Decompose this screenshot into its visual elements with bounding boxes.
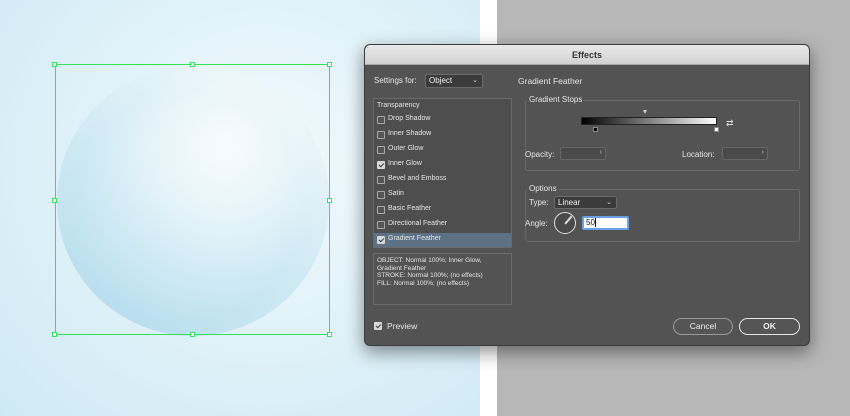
effect-panel-title: Gradient Feather — [518, 76, 583, 86]
satin-checkbox[interactable] — [377, 191, 385, 199]
text-cursor — [594, 218, 596, 228]
preview-label: Preview — [387, 321, 418, 331]
effect-item-inner-shadow[interactable]: Inner Shadow — [374, 128, 511, 142]
location-field[interactable]: › — [722, 147, 768, 160]
chevron-down-icon: ⌄ — [606, 199, 612, 206]
chevron-right-icon[interactable]: › — [600, 149, 602, 156]
effect-label: Basic Feather — [388, 205, 432, 212]
type-select[interactable]: Linear ⌄ — [554, 196, 617, 209]
chevron-right-icon[interactable]: › — [762, 149, 764, 156]
gradient-feather-checkbox[interactable] — [377, 236, 385, 244]
transparency-header[interactable]: Transparency — [377, 102, 420, 109]
effects-summary: OBJECT: Normal 100%; Inner Glow, Gradien… — [373, 253, 512, 305]
effect-item-bevel-and-emboss[interactable]: Bevel and Emboss — [374, 173, 511, 187]
effect-item-gradient-feather[interactable]: Gradient Feather — [374, 233, 511, 247]
preview-checkbox[interactable] — [374, 322, 382, 330]
summary-line: OBJECT: Normal 100%; Inner Glow, — [377, 257, 482, 264]
type-value: Linear — [558, 198, 581, 207]
gradient-stops-title: Gradient Stops — [527, 95, 585, 104]
angle-dial-needle — [564, 215, 573, 225]
selection-handle-top-left[interactable] — [52, 62, 57, 67]
ok-button[interactable]: OK — [739, 318, 800, 335]
selection-handle-bottom-right[interactable] — [327, 332, 332, 337]
summary-line: FILL: Normal 100%; (no effects) — [377, 279, 470, 287]
effect-label: Directional Feather — [388, 220, 448, 227]
type-label: Type: — [529, 198, 549, 207]
gradient-stops-group — [525, 100, 800, 171]
effect-item-outer-glow[interactable]: Outer Glow — [374, 143, 511, 157]
chevron-down-icon: ⌄ — [472, 77, 478, 84]
reverse-gradient-icon[interactable]: ⇄ — [726, 118, 737, 129]
effect-label: Satin — [388, 190, 404, 197]
summary-line: Gradient Feather — [377, 264, 427, 272]
settings-for-value: Object — [429, 76, 453, 85]
opacity-label: Opacity: — [525, 150, 555, 159]
opacity-field[interactable]: › — [560, 147, 606, 160]
selection-bounding-box — [55, 64, 330, 335]
drop-shadow-checkbox[interactable] — [377, 116, 385, 124]
summary-line: STROKE: Normal 100%; (no effects) — [377, 272, 483, 279]
gradient-ramp[interactable] — [581, 117, 717, 125]
angle-label: Angle: — [525, 219, 548, 228]
gradient-stop-end[interactable] — [714, 127, 719, 132]
bevel-and-emboss-checkbox[interactable] — [377, 176, 385, 184]
settings-for-label: Settings for: — [374, 76, 417, 85]
angle-value: 50 — [586, 218, 595, 227]
inner-shadow-checkbox[interactable] — [377, 131, 385, 139]
gradient-stop-start[interactable] — [593, 127, 598, 132]
effects-dialog: Effects Settings for: Object ⌄ Gradient … — [364, 44, 810, 346]
effect-item-inner-glow[interactable]: Inner Glow — [374, 158, 511, 172]
effect-label: Inner Shadow — [388, 130, 432, 137]
selection-handle-top-right[interactable] — [327, 62, 332, 67]
dialog-title: Effects — [365, 45, 809, 65]
effect-label: Inner Glow — [388, 160, 422, 167]
location-label: Location: — [682, 150, 715, 159]
effect-label: Drop Shadow — [388, 115, 431, 122]
cancel-button[interactable]: Cancel — [673, 318, 733, 335]
selection-handle-bottom-left[interactable] — [52, 332, 57, 337]
settings-for-select[interactable]: Object ⌄ — [425, 74, 483, 88]
effects-list: Transparency Drop Shadow Inner Shadow Ou… — [373, 98, 512, 248]
outer-glow-checkbox[interactable] — [377, 146, 385, 154]
selection-handle-bottom[interactable] — [190, 332, 195, 337]
selection-handle-top[interactable] — [190, 62, 195, 67]
angle-dial[interactable] — [554, 212, 576, 234]
basic-feather-checkbox[interactable] — [377, 206, 385, 214]
effect-label: Outer Glow — [388, 145, 424, 152]
selection-handle-right[interactable] — [327, 198, 332, 203]
options-title: Options — [527, 184, 559, 193]
effect-label: Bevel and Emboss — [388, 175, 447, 182]
effect-item-satin[interactable]: Satin — [374, 188, 511, 202]
selection-handle-left[interactable] — [52, 198, 57, 203]
angle-input[interactable]: 50 — [582, 216, 629, 230]
directional-feather-checkbox[interactable] — [377, 221, 385, 229]
effect-item-directional-feather[interactable]: Directional Feather — [374, 218, 511, 232]
gradient-midpoint-marker[interactable] — [643, 110, 647, 114]
effect-item-drop-shadow[interactable]: Drop Shadow — [374, 113, 511, 127]
effect-item-basic-feather[interactable]: Basic Feather — [374, 203, 511, 217]
effect-label: Gradient Feather — [388, 235, 441, 242]
inner-glow-checkbox[interactable] — [377, 161, 385, 169]
